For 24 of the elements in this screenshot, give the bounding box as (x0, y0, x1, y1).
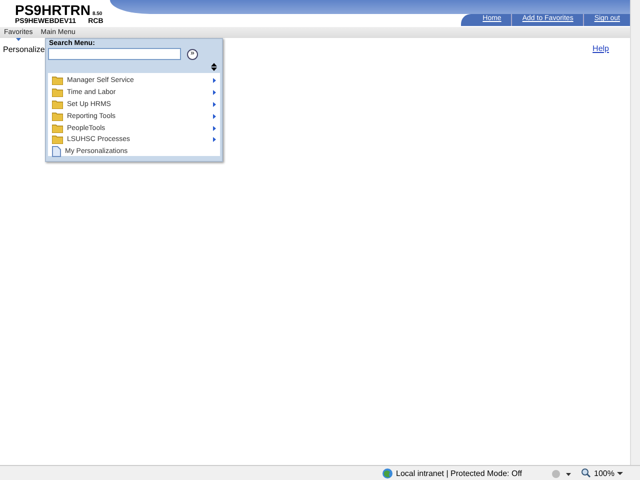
globe-icon (382, 468, 393, 478)
submenu-arrow-icon (213, 126, 216, 131)
folder-icon (52, 100, 63, 109)
search-field[interactable] (48, 48, 181, 60)
submenu-arrow-icon (213, 90, 216, 96)
folder-icon (52, 135, 63, 144)
zone-label: Local intranet | Protected Mode: Off (396, 468, 522, 478)
submenu-arrow-icon (213, 78, 216, 84)
page-label: Personalize (3, 45, 45, 54)
submenu-arrow-icon (213, 137, 216, 142)
caret-icon (617, 472, 624, 474)
help-link[interactable]: Help (592, 44, 609, 53)
zoom-control[interactable]: 100% (581, 468, 624, 478)
magnifier-icon (581, 468, 591, 478)
sort-icon (211, 63, 217, 71)
submenu-arrow-icon (213, 114, 216, 119)
app-title: PS9HRTRN (15, 3, 90, 17)
scrollbar[interactable] (630, 0, 640, 465)
folder-icon (52, 112, 63, 121)
folder-icon (52, 88, 63, 98)
page-icon (52, 146, 61, 158)
folder-icon (52, 76, 63, 86)
submenu-arrow-icon (213, 102, 216, 107)
folder-icon (52, 124, 63, 133)
